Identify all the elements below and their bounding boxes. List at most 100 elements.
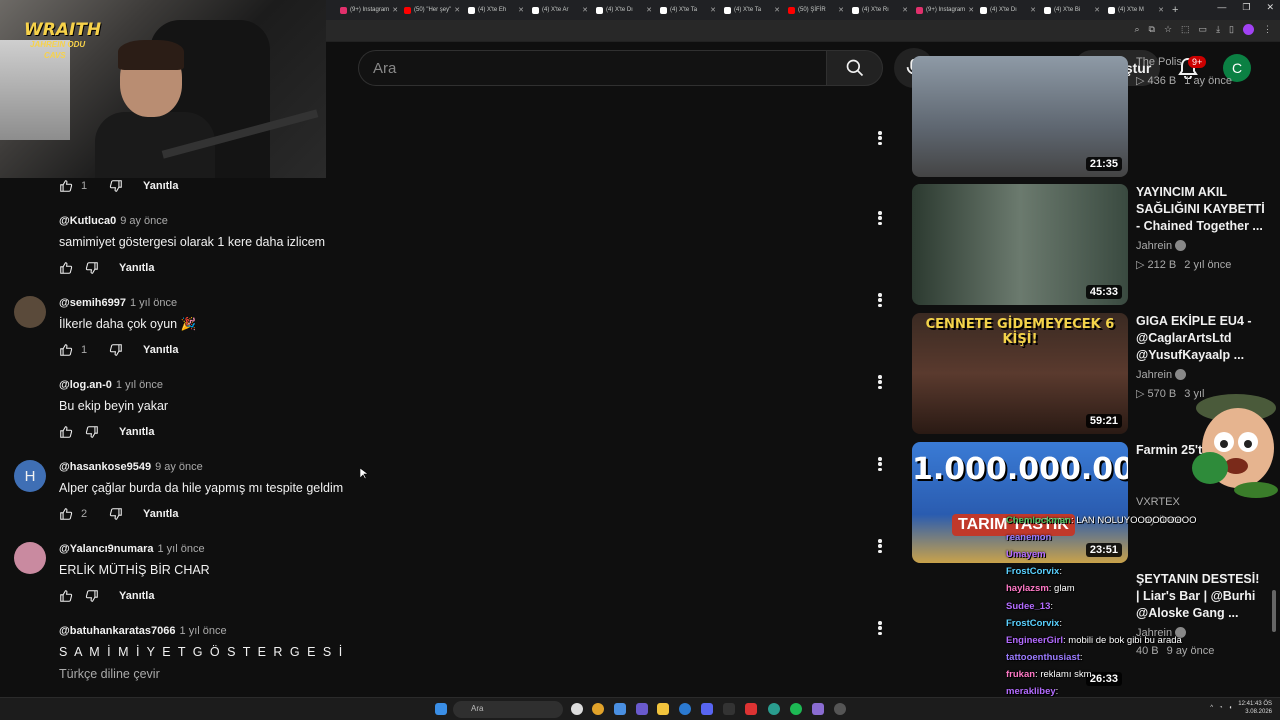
chrome-icon[interactable] bbox=[571, 703, 583, 715]
browser-tab[interactable]: (4) X'te Rı ✕ bbox=[848, 0, 912, 20]
tab-close-icon[interactable]: ✕ bbox=[582, 6, 588, 14]
browser-tab[interactable]: (4) X'te Ta ✕ bbox=[656, 0, 720, 20]
cast-icon[interactable]: ⧉ bbox=[1149, 24, 1155, 35]
comment-author-name[interactable]: @Kutluca0 bbox=[59, 215, 116, 227]
browser-menu-icon[interactable]: ⋮ bbox=[1263, 24, 1272, 35]
comment-age[interactable]: 1 yıl önce bbox=[158, 543, 205, 555]
reply-button[interactable]: Yanıtla bbox=[119, 590, 154, 602]
reply-button[interactable]: Yanıtla bbox=[143, 180, 178, 192]
like-icon[interactable] bbox=[59, 425, 73, 439]
comment-age[interactable]: 1 yıl önce bbox=[116, 379, 163, 391]
tab-close-icon[interactable]: ✕ bbox=[774, 6, 780, 14]
channel-name[interactable]: The Polis bbox=[1136, 56, 1182, 68]
app-icon-4[interactable] bbox=[812, 703, 824, 715]
comment-author[interactable]: @Yalancı9numara 1 yıl önce bbox=[59, 543, 205, 555]
obs-icon[interactable] bbox=[834, 703, 846, 715]
tab-close-icon[interactable]: ✕ bbox=[1158, 6, 1164, 14]
like-icon[interactable] bbox=[59, 261, 73, 275]
dislike-icon[interactable] bbox=[109, 179, 123, 193]
comment-menu-icon[interactable] bbox=[874, 373, 886, 391]
discord-icon[interactable] bbox=[701, 703, 713, 715]
app-icon-2[interactable] bbox=[723, 703, 735, 715]
comment-menu-icon[interactable] bbox=[874, 455, 886, 473]
zoom-icon[interactable]: ⌕ bbox=[1134, 24, 1139, 35]
clock[interactable]: 12:41:43 ÖS 3.08.2026 bbox=[1238, 700, 1272, 716]
tab-close-icon[interactable]: ✕ bbox=[646, 6, 652, 14]
video-card[interactable]: 21:35 The Polis ▷ 436 B 1 ay önce bbox=[912, 56, 1272, 181]
like-icon[interactable] bbox=[59, 589, 73, 603]
browser-tab[interactable]: (4) X'te Dı ✕ bbox=[976, 0, 1040, 20]
split-icon[interactable]: ▭ bbox=[1199, 24, 1208, 35]
dislike-icon[interactable] bbox=[109, 507, 123, 521]
volume-icon[interactable]: ◖ bbox=[1229, 705, 1233, 711]
app-icon-3[interactable] bbox=[745, 703, 757, 715]
browser-icon[interactable] bbox=[592, 703, 604, 715]
bookmark-star-icon[interactable]: ☆ bbox=[1164, 24, 1172, 35]
extensions-icon[interactable]: ⬚ bbox=[1181, 24, 1190, 35]
comment-author[interactable]: @Kutluca0 9 ay önce bbox=[59, 215, 168, 227]
comment-author-name[interactable]: @batuhankaratas7066 bbox=[59, 625, 176, 637]
translate-link[interactable]: Türkçe diline çevir bbox=[59, 667, 160, 681]
reply-button[interactable]: Yanıtla bbox=[119, 262, 154, 274]
dislike-icon[interactable] bbox=[109, 343, 123, 357]
video-card[interactable]: 45:33 YAYINCIM AKIL SAĞLIĞINI KAYBETTİ - … bbox=[912, 184, 1272, 309]
tab-close-icon[interactable]: ✕ bbox=[968, 6, 974, 14]
video-thumbnail[interactable]: 45:33 bbox=[912, 184, 1128, 305]
browser-tab[interactable]: (4) X'te Ar ✕ bbox=[528, 0, 592, 20]
comment-age[interactable]: 9 ay önce bbox=[155, 461, 203, 473]
browser-tab[interactable]: (4) X'te Dı ✕ bbox=[592, 0, 656, 20]
windows-start-icon[interactable] bbox=[435, 703, 447, 715]
tab-close-icon[interactable]: ✕ bbox=[1030, 6, 1036, 14]
comment-menu-icon[interactable] bbox=[874, 209, 886, 227]
dislike-icon[interactable] bbox=[85, 425, 99, 439]
comment-author-name[interactable]: @log.an-0 bbox=[59, 379, 112, 391]
video-title[interactable]: YAYINCIM AKIL SAĞLIĞINI KAYBETTİ - Chain… bbox=[1136, 184, 1266, 235]
comment-age[interactable]: 1 yıl önce bbox=[180, 625, 227, 637]
network-icon[interactable]: ◔ bbox=[1219, 705, 1223, 711]
comment-author-name[interactable]: @semih6997 bbox=[59, 297, 126, 309]
new-tab-button[interactable]: + bbox=[1172, 4, 1178, 16]
video-channel[interactable]: Jahrein bbox=[1136, 240, 1187, 252]
video-channel[interactable]: VXRTEX bbox=[1136, 496, 1180, 508]
spotify-icon[interactable] bbox=[790, 703, 802, 715]
tab-close-icon[interactable]: ✕ bbox=[454, 6, 460, 14]
copilot-icon[interactable] bbox=[636, 703, 648, 715]
reply-button[interactable]: Yanıtla bbox=[143, 344, 178, 356]
browser-tab[interactable]: (50) "Her şey" ✕ bbox=[400, 0, 464, 20]
channel-name[interactable]: VXRTEX bbox=[1136, 496, 1180, 508]
browser-tab[interactable]: (4) X'te M ✕ bbox=[1104, 0, 1168, 20]
app-icon[interactable] bbox=[614, 703, 626, 715]
video-thumbnail[interactable]: 21:35 bbox=[912, 56, 1128, 177]
comment-menu-icon[interactable] bbox=[874, 537, 886, 555]
comment-menu-icon[interactable] bbox=[874, 291, 886, 309]
tab-close-icon[interactable]: ✕ bbox=[838, 6, 844, 14]
browser-tab[interactable]: (4) X'te Bi ✕ bbox=[1040, 0, 1104, 20]
search-button[interactable] bbox=[826, 50, 883, 86]
tab-close-icon[interactable]: ✕ bbox=[392, 6, 398, 14]
sidebar-icon[interactable]: ▯ bbox=[1229, 24, 1234, 35]
dislike-icon[interactable] bbox=[85, 589, 99, 603]
whatsapp-icon[interactable] bbox=[768, 703, 780, 715]
reply-button[interactable]: Yanıtla bbox=[143, 508, 178, 520]
page-scrollbar[interactable] bbox=[1272, 590, 1276, 632]
comment-author-name[interactable]: @hasankose9549 bbox=[59, 461, 151, 473]
search-input[interactable]: Ara bbox=[358, 50, 827, 86]
comment-menu-icon[interactable] bbox=[874, 619, 886, 637]
tab-close-icon[interactable]: ✕ bbox=[710, 6, 716, 14]
video-channel[interactable]: Jahrein bbox=[1136, 369, 1187, 381]
like-icon[interactable] bbox=[59, 507, 73, 521]
tab-close-icon[interactable]: ✕ bbox=[1094, 6, 1100, 14]
comment-author-name[interactable]: @Yalancı9numara bbox=[59, 543, 154, 555]
comment-avatar[interactable] bbox=[14, 296, 46, 328]
comment-avatar[interactable] bbox=[14, 542, 46, 574]
comment-avatar[interactable]: H bbox=[14, 460, 46, 492]
browser-tab[interactable]: (4) X'te Eh ✕ bbox=[464, 0, 528, 20]
browser-tab[interactable]: (4) X'te Ta ✕ bbox=[720, 0, 784, 20]
like-icon[interactable] bbox=[59, 179, 73, 193]
comment-author[interactable]: @hasankose9549 9 ay önce bbox=[59, 461, 203, 473]
video-title[interactable]: GIGA EKİPLE EU4 - @CaglarArtsLtd @YusufK… bbox=[1136, 313, 1266, 364]
file-explorer-icon[interactable] bbox=[657, 703, 669, 715]
browser-tab[interactable]: (9+) Instagram ✕ bbox=[912, 0, 976, 20]
dislike-icon[interactable] bbox=[85, 261, 99, 275]
taskbar-search[interactable]: Ara bbox=[453, 701, 563, 718]
